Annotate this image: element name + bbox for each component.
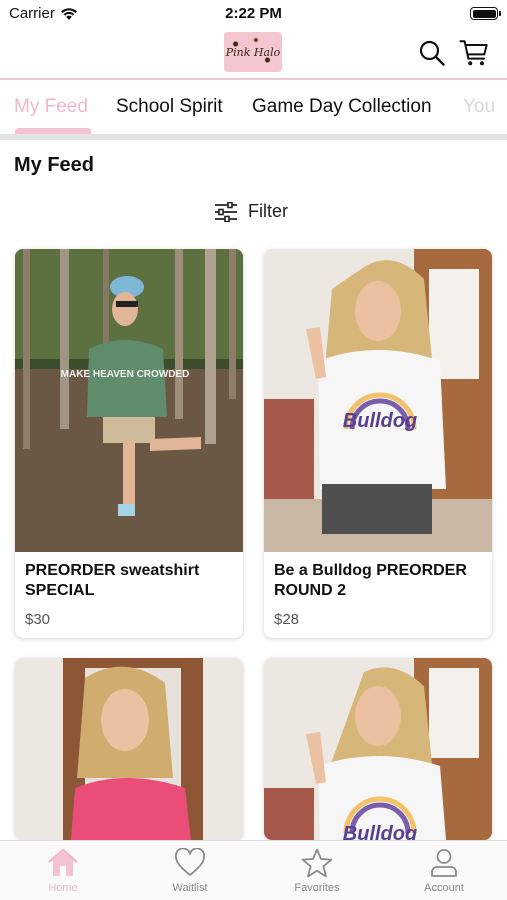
product-card[interactable] [15,658,243,840]
nav-waitlist[interactable]: Waitlist [127,841,253,900]
filter-label: Filter [248,201,288,221]
product-name: PREORDER sweatshirt SPECIAL [25,562,200,599]
sliders-icon [215,201,237,222]
cart-button[interactable] [459,38,489,68]
battery-icon [470,7,501,20]
tab-school-spirit[interactable]: School Spirit [116,96,223,118]
status-bar: Carrier 2:22 PM [0,0,507,28]
star-icon [301,848,333,878]
app-header: Pink Halo [0,28,507,78]
page-title: My Feed [14,154,95,176]
logo-text: Pink Halo [225,45,281,59]
search-button[interactable] [417,38,447,68]
home-icon [48,848,78,876]
shirt-print-text: Bulldog [343,410,417,432]
person-icon [431,849,457,877]
product-image: Bulldog [264,249,492,552]
cart-icon [459,40,488,66]
product-image: Bulldog [264,658,492,840]
product-name: Be a Bulldog PREORDER ROUND 2 [274,562,467,599]
nav-home-label: Home [48,882,78,894]
tab-overflow[interactable]: You [463,96,495,118]
filter-button[interactable]: Filter [214,201,288,222]
shirt-print-text: MAKE HEAVEN CROWDED [61,369,190,380]
shirt-print-text: Bulldog [343,823,417,840]
product-image [15,658,243,840]
product-card[interactable]: Bulldog Be a Bulldog PREORDER ROUND 2 $2… [264,249,492,638]
nav-account-label: Account [424,882,464,894]
clock: 2:22 PM [225,5,282,22]
tabs-divider [0,134,507,140]
nav-home[interactable]: Home [0,841,126,900]
product-price: $28 [274,611,300,628]
heart-icon [174,848,206,876]
product-card[interactable]: Bulldog [264,658,492,840]
nav-favorites-label: Favorites [294,882,340,894]
product-price: $30 [25,611,51,628]
brand-logo[interactable]: Pink Halo [224,32,282,72]
tab-my-feed[interactable]: My Feed [14,96,88,118]
nav-favorites[interactable]: Favorites [254,841,380,900]
product-image: MAKE HEAVEN CROWDED [15,249,243,552]
product-card[interactable]: MAKE HEAVEN CROWDED PREORDER sweatshirt … [15,249,243,638]
bottom-tab-bar: Home Waitlist Favorites Account [0,840,507,900]
search-icon [419,40,445,66]
tab-game-day-collection[interactable]: Game Day Collection [252,96,432,118]
nav-waitlist-label: Waitlist [172,882,208,894]
nav-account[interactable]: Account [381,841,507,900]
